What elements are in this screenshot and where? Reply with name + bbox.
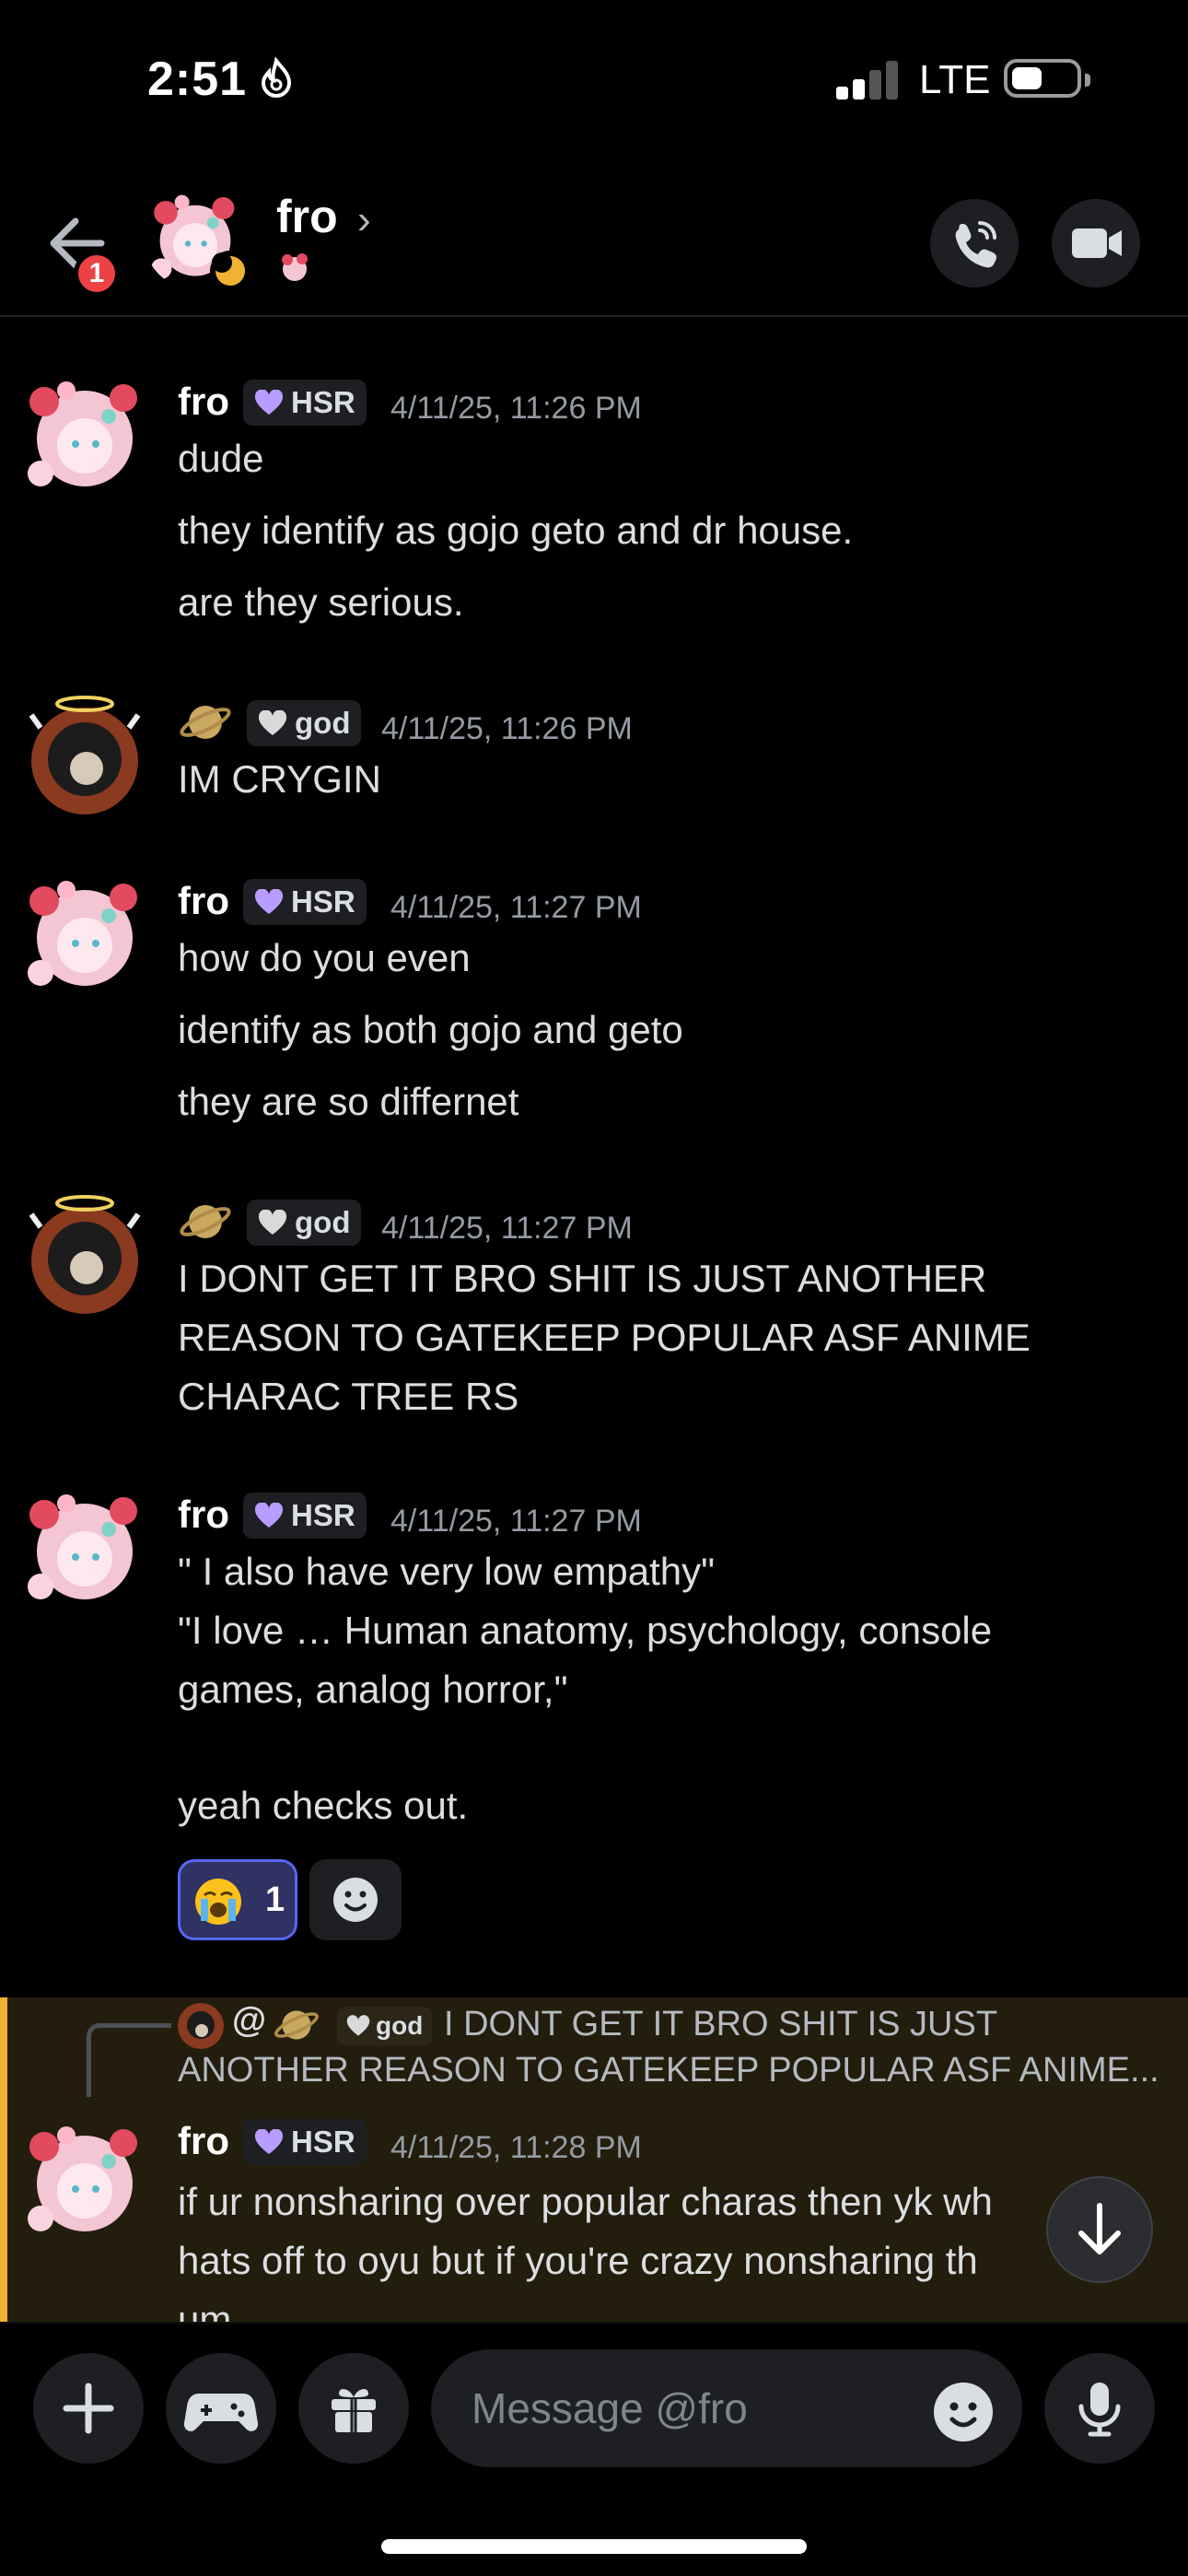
add-reaction-icon [333, 1878, 378, 1922]
dm-header: 1 fro › [0, 166, 1188, 317]
home-indicator[interactable] [381, 2539, 807, 2554]
unread-badge: 1 [74, 251, 120, 297]
message-timestamp: 4/11/25, 11:27 PM [390, 1504, 642, 1539]
message-author[interactable]: fro [178, 1493, 229, 1537]
planet-emoji [180, 706, 231, 739]
heart-icon [254, 889, 284, 914]
message-text: games, analog horror," [178, 1668, 568, 1711]
clan-tag-label: god [376, 2011, 424, 2040]
message-author[interactable]: fro [178, 380, 229, 424]
message-author[interactable]: fro [178, 2119, 229, 2163]
smiley-icon[interactable] [930, 2379, 996, 2445]
heart-icon [346, 2015, 370, 2036]
arrow-down-icon [1078, 2203, 1121, 2254]
video-camera-icon [1072, 228, 1122, 258]
plus-icon [63, 2383, 114, 2434]
message-timestamp: 4/11/25, 11:26 PM [390, 391, 642, 426]
reaction-count: 1 [265, 1880, 285, 1919]
voice-call-button[interactable] [930, 199, 1019, 287]
message-timestamp: 4/11/25, 11:28 PM [390, 2130, 642, 2165]
custom-status-icon [282, 253, 308, 281]
attach-button[interactable] [33, 2353, 144, 2464]
heart-icon [258, 1210, 287, 1235]
avatar[interactable] [20, 370, 149, 499]
message-text: hats off to oyu but if you're crazy nons… [178, 2239, 978, 2282]
status-bar: 2:51 LTE [0, 0, 1188, 166]
message-text: how do you even [178, 936, 471, 979]
clan-tag-label: god [295, 706, 351, 740]
message-text: identify as both gojo and geto [178, 1008, 683, 1051]
voice-message-button[interactable] [1044, 2353, 1155, 2464]
message-composer [0, 2322, 1188, 2488]
message-text: if ur nonsharing over popular charas the… [178, 2180, 993, 2223]
message-text: "I love … Human anatomy, psychology, con… [178, 1609, 993, 1652]
clan-tag[interactable]: god [247, 1200, 362, 1246]
message-text: IM CRYGIN [178, 757, 381, 801]
message-timestamp: 4/11/25, 11:27 PM [381, 1211, 633, 1246]
clan-tag[interactable]: god [247, 700, 362, 746]
activities-button[interactable] [166, 2353, 276, 2464]
message-timestamp: 4/11/25, 11:27 PM [390, 890, 642, 925]
gift-icon [332, 2389, 376, 2432]
activity-flame-icon [261, 57, 292, 98]
avatar[interactable] [20, 1190, 149, 1319]
heart-icon [258, 710, 287, 735]
dm-screen: 2:51 LTE 1 fro › fro HSR 4/11/25, 11:26 … [0, 0, 1188, 2576]
message-text: they identify as gojo geto and dr house. [178, 509, 854, 552]
clan-tag[interactable]: HSR [243, 2119, 367, 2165]
avatar[interactable] [20, 1483, 149, 1612]
reply-preview[interactable]: ANOTHER REASON TO GATEKEEP POPULAR ASF A… [178, 2051, 1159, 2090]
gift-button[interactable] [298, 2353, 409, 2464]
status-time: 2:51 [147, 53, 248, 106]
message-text: are they serious. [178, 580, 464, 624]
message-timestamp: 4/11/25, 11:26 PM [381, 711, 633, 746]
message-text: they are so differnet [178, 1080, 519, 1123]
reply-mention-symbol[interactable]: @ [232, 2001, 266, 2041]
video-call-button[interactable] [1052, 199, 1140, 287]
clan-tag-label: HSR [291, 2125, 355, 2159]
microphone-icon [1078, 2383, 1121, 2437]
avatar[interactable] [178, 2003, 224, 2049]
message-text: yeah checks out. [178, 1784, 469, 1827]
chevron-right-icon[interactable]: › [357, 197, 371, 243]
message-text: REASON TO GATEKEEP POPULAR ASF ANIME [178, 1316, 1031, 1359]
avatar[interactable] [20, 870, 149, 999]
heart-icon [254, 1503, 284, 1528]
phone-call-icon [955, 221, 996, 268]
message-text: CHARAC TREE RS [178, 1375, 519, 1418]
clan-tag[interactable]: HSR [243, 1493, 367, 1539]
scroll-to-bottom-button[interactable] [1046, 2176, 1153, 2283]
message-text: um [178, 2298, 232, 2322]
message-text: " I also have very low empathy" [178, 1550, 716, 1593]
loudly-crying-face-icon [195, 1879, 241, 1925]
network-type: LTE [919, 57, 991, 102]
heart-icon [254, 2129, 284, 2154]
message-text: dude [178, 437, 264, 480]
message-author[interactable]: fro [178, 879, 229, 923]
clan-tag-label: HSR [291, 385, 355, 419]
cell-signal-icon [836, 59, 903, 100]
clan-tag[interactable]: HSR [243, 879, 367, 925]
gamepad-icon [183, 2394, 259, 2431]
avatar[interactable] [20, 2115, 149, 2244]
message-list[interactable]: fro HSR 4/11/25, 11:26 PM dude they iden… [0, 319, 1188, 2322]
avatar[interactable] [20, 691, 149, 820]
clan-tag[interactable]: HSR [243, 380, 367, 426]
clan-tag-label: HSR [291, 1498, 355, 1532]
idle-status-icon [210, 251, 250, 291]
clan-tag[interactable]: god [337, 2007, 433, 2045]
planet-emoji [180, 1205, 231, 1238]
planet-emoji [274, 2010, 319, 2040]
message-text: I DONT GET IT BRO SHIT IS JUST ANOTHER [178, 1257, 987, 1300]
heart-icon [254, 390, 284, 415]
reaction-loudly-crying[interactable]: 1 [178, 1859, 297, 1940]
clan-tag-label: HSR [291, 884, 355, 919]
clan-tag-label: god [295, 1205, 351, 1239]
page-title[interactable]: fro [276, 190, 338, 243]
battery-icon [1004, 59, 1090, 98]
reply-preview[interactable]: I DONT GET IT BRO SHIT IS JUST [444, 2005, 997, 2044]
reply-connector [87, 2023, 171, 2097]
add-reaction-button[interactable] [309, 1859, 402, 1940]
